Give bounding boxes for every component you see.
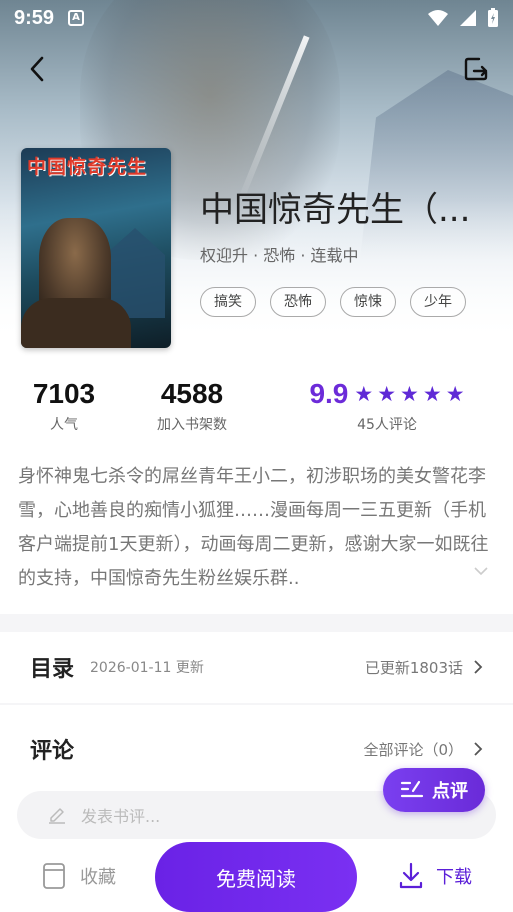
signal-icon [460,10,476,26]
bottom-bar: 收藏 免费阅读 下载 [0,842,513,912]
star-icon: ★ [354,382,374,406]
write-icon [400,780,424,798]
comments-right: 全部评论（0） [363,739,483,760]
battery-icon [488,8,498,27]
star-icon: ★ [422,382,442,406]
popularity-label: 人气 [50,417,78,433]
download-label: 下载 [436,867,472,888]
book-cover[interactable]: 中国惊奇先生 [21,148,171,348]
favorite-button[interactable]: 收藏 [42,862,116,890]
tag-chip[interactable]: 惊悚 [340,287,396,317]
star-icon: ★ [377,382,397,406]
star-icon: ★ [445,382,465,406]
tag-chip[interactable]: 少年 [410,287,466,317]
status-time: 9:59 [14,6,55,29]
popularity-stat: 7103 人气 [24,378,104,434]
star-icon: ★ [400,382,419,406]
review-button-label: 点评 [432,781,468,802]
catalog-title: 目录 [30,657,75,682]
back-button[interactable] [20,52,54,86]
shelf-label: 加入书架数 [157,417,227,433]
wifi-icon [428,10,448,26]
cover-art-body [21,298,131,348]
tag-chip[interactable]: 搞笑 [200,287,256,317]
cover-title: 中国惊奇先生 [27,156,148,178]
chevron-left-icon [30,56,44,82]
shelf-stat: 4588 加入书架数 [140,378,244,434]
expand-description-button[interactable] [473,563,489,579]
tag-list: 搞笑 恐怖 惊悚 少年 [200,287,466,317]
book-description[interactable]: 身怀神鬼七杀令的屌丝青年王小二，初涉职场的美女警花李雪，心地善良的痴情小狐狸……… [18,460,496,596]
bookmark-icon [43,863,65,889]
score-value: 9.9 [309,378,349,409]
download-button[interactable]: 下载 [398,862,472,890]
comment-placeholder: 发表书评... [81,807,161,826]
chevron-right-icon [474,660,483,674]
tag-chip[interactable]: 恐怖 [270,287,326,317]
popularity-value: 7103 [32,378,96,409]
stats-bar: 7103 人气 4588 加入书架数 9.9 ★ ★ ★ ★ ★ 45人评论 [0,378,513,438]
catalog-right: 已更新1803话 [365,657,483,678]
star-rating: ★ ★ ★ ★ ★ [354,382,464,406]
section-divider [0,614,513,632]
book-meta[interactable]: 权迎升 · 恐怖 · 连载中 [200,242,359,266]
score-label: 45人评论 [357,417,417,433]
shelf-value: 4588 [160,378,224,409]
status-icons [427,8,499,28]
status-bar: 9:59 A [0,0,513,36]
score-stat[interactable]: 9.9 ★ ★ ★ ★ ★ 45人评论 [292,378,482,434]
comments-title: 评论 [30,739,75,764]
favorite-label: 收藏 [80,867,116,888]
catalog-updated: 已更新1803话 [364,658,463,677]
score-row: 9.9 ★ ★ ★ ★ ★ [292,378,482,410]
download-icon [399,862,423,889]
catalog-date: 2026-01-11 更新 [90,660,204,676]
all-comments-link: 全部评论（0） [363,740,463,759]
share-button[interactable] [459,52,493,86]
app-notification-icon: A [68,10,85,26]
share-icon [464,57,488,81]
review-button[interactable]: 点评 [383,768,485,812]
catalog-row[interactable]: 目录 2026-01-11 更新 已更新1803话 [0,632,513,702]
chevron-right-icon [474,742,483,756]
pencil-icon [49,808,65,824]
book-title: 中国惊奇先生（... [200,190,471,230]
section-divider [0,703,513,705]
chevron-down-icon [474,567,488,576]
free-read-button[interactable]: 免费阅读 [155,842,357,912]
